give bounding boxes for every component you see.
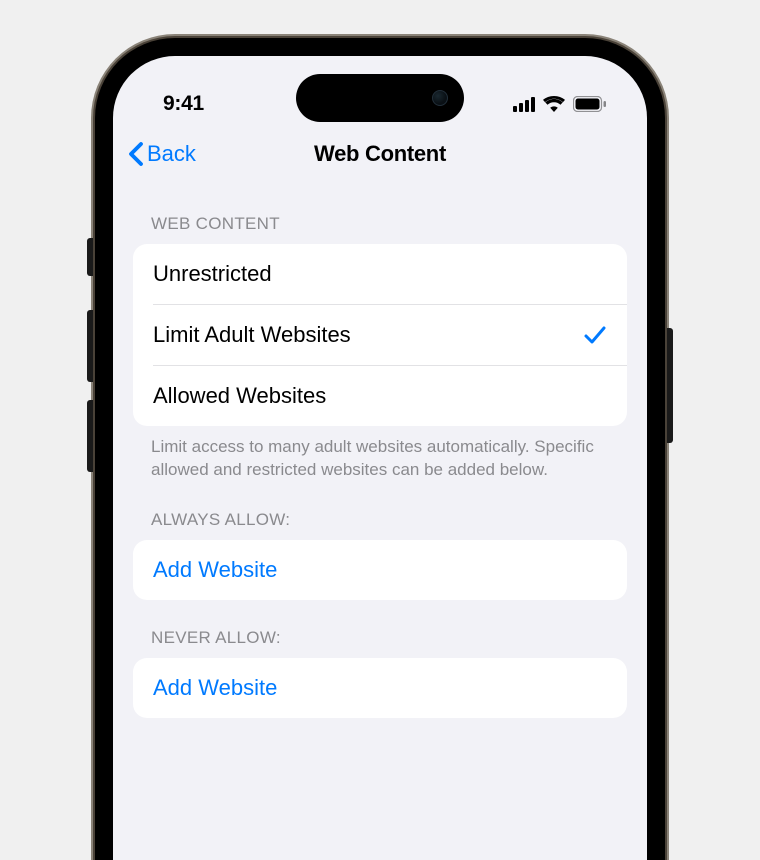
silent-switch <box>87 238 93 276</box>
cellular-signal-icon <box>513 97 535 112</box>
add-website-label: Add Website <box>153 557 277 583</box>
power-button <box>667 328 673 443</box>
back-label: Back <box>147 141 196 167</box>
always-allow-list: Add Website <box>133 540 627 600</box>
wifi-icon <box>543 96 565 112</box>
option-label: Unrestricted <box>153 261 272 287</box>
status-right <box>513 96 607 112</box>
web-content-options: Unrestricted Limit Adult Websites Allowe… <box>133 244 627 426</box>
option-allowed-websites[interactable]: Allowed Websites <box>133 366 627 426</box>
section-header-never-allow: NEVER ALLOW: <box>133 600 627 658</box>
checkmark-icon <box>583 324 607 346</box>
option-label: Allowed Websites <box>153 383 326 409</box>
phone-frame: 9:41 <box>95 38 665 860</box>
nav-bar: Back Web Content <box>113 126 647 182</box>
add-website-never-allow[interactable]: Add Website <box>133 658 627 718</box>
dynamic-island <box>296 74 464 122</box>
screen: 9:41 <box>113 56 647 860</box>
option-limit-adult[interactable]: Limit Adult Websites <box>133 305 627 365</box>
section-header-web-content: WEB CONTENT <box>133 182 627 244</box>
content-area: WEB CONTENT Unrestricted Limit Adult Web… <box>113 182 647 718</box>
chevron-left-icon <box>127 141 145 167</box>
status-time: 9:41 <box>163 92 204 116</box>
section-header-always-allow: ALWAYS ALLOW: <box>133 482 627 540</box>
volume-up-button <box>87 310 93 382</box>
never-allow-list: Add Website <box>133 658 627 718</box>
option-unrestricted[interactable]: Unrestricted <box>133 244 627 304</box>
add-website-always-allow[interactable]: Add Website <box>133 540 627 600</box>
battery-icon <box>573 96 607 112</box>
section-footer-web-content: Limit access to many adult websites auto… <box>133 426 627 482</box>
back-button[interactable]: Back <box>127 141 196 167</box>
front-camera <box>432 90 448 106</box>
page-title: Web Content <box>314 141 446 167</box>
option-label: Limit Adult Websites <box>153 322 351 348</box>
volume-down-button <box>87 400 93 472</box>
add-website-label: Add Website <box>153 675 277 701</box>
